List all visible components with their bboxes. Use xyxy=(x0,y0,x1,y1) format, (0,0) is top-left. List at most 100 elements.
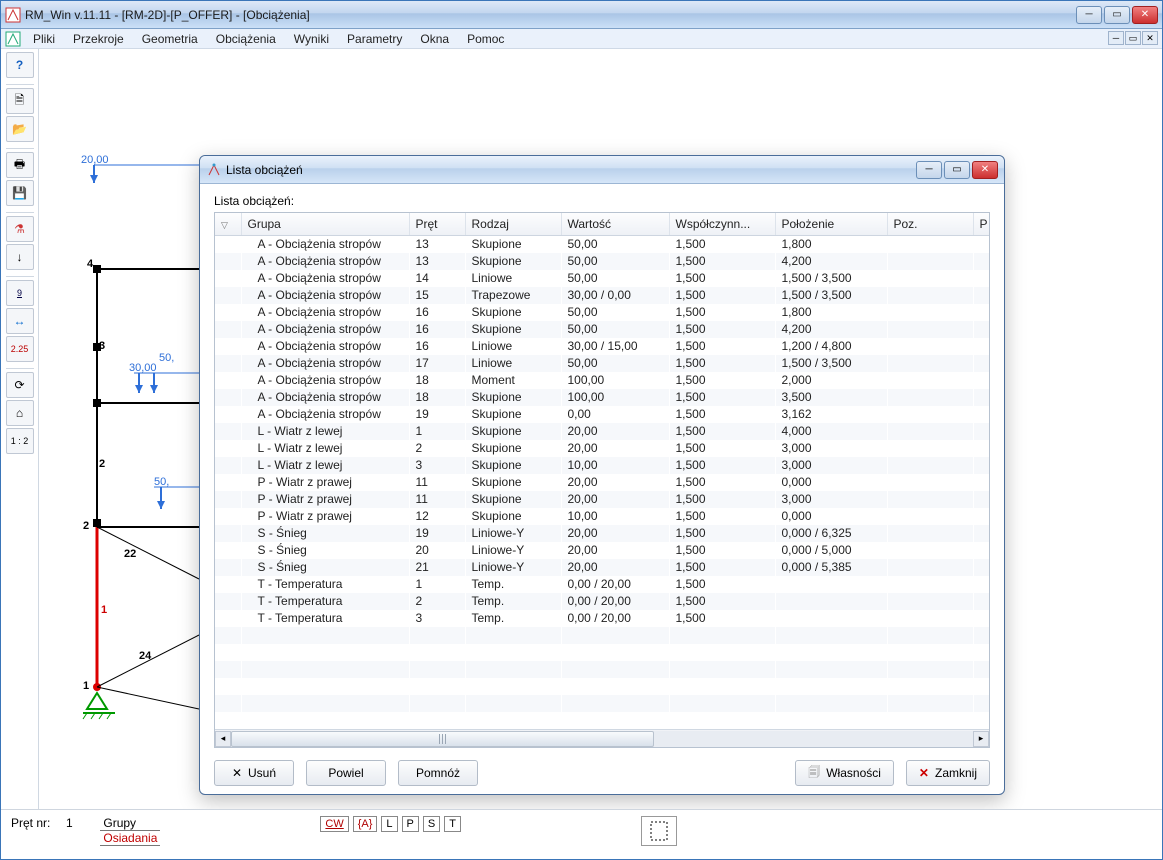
table-row[interactable]: S - Śnieg19Liniowe-Y20,001,5000,000 / 6,… xyxy=(215,525,989,542)
table-cell xyxy=(887,253,973,270)
zamknij-button[interactable]: ✕ Zamknij xyxy=(906,760,990,786)
chip-cw[interactable]: CW xyxy=(320,816,348,832)
home-button[interactable]: ⌂ xyxy=(6,400,34,426)
grid-scroll[interactable]: ▽ Grupa Pręt Rodzaj Wartość Współczynn..… xyxy=(215,213,989,729)
dialog-titlebar[interactable]: Lista obciążeń ─ ▭ ✕ xyxy=(200,156,1004,184)
scroll-thumb[interactable] xyxy=(231,731,654,747)
col-wartosc[interactable]: Wartość xyxy=(561,213,669,236)
maximize-button[interactable]: ▭ xyxy=(1104,6,1130,24)
rotate-button[interactable]: ⟳ xyxy=(6,372,34,398)
table-row[interactable]: P - Wiatr z prawej11Skupione20,001,5000,… xyxy=(215,474,989,491)
menu-pliki[interactable]: Pliki xyxy=(25,30,63,48)
load-tool-button[interactable]: ⚗ xyxy=(6,216,34,242)
minimize-button[interactable]: ─ xyxy=(1076,6,1102,24)
pomnoz-button[interactable]: Pomnóż xyxy=(398,760,478,786)
table-cell: 1,500 xyxy=(669,491,775,508)
print-button[interactable]: 🖶 xyxy=(6,152,34,178)
table-cell xyxy=(887,270,973,287)
table-row[interactable]: A - Obciążenia stropów17Liniowe50,001,50… xyxy=(215,355,989,372)
col-wspolcz[interactable]: Współczynn... xyxy=(669,213,775,236)
ratio-indicator[interactable]: 1 : 2 xyxy=(6,428,34,454)
col-rodzaj[interactable]: Rodzaj xyxy=(465,213,561,236)
chip-t[interactable]: T xyxy=(444,816,461,832)
col-poz[interactable]: Poz. xyxy=(887,213,973,236)
help-button[interactable]: ? xyxy=(6,52,34,78)
table-row[interactable]: A - Obciążenia stropów18Skupione100,001,… xyxy=(215,389,989,406)
table-cell xyxy=(973,525,989,542)
table-cell: 1,500 xyxy=(669,440,775,457)
mdi-minimize-button[interactable]: ─ xyxy=(1108,31,1124,45)
dialog-close-button[interactable]: ✕ xyxy=(972,161,998,179)
wlasnosci-button[interactable]: 🗐 Własności xyxy=(795,760,894,786)
table-row[interactable]: A - Obciążenia stropów13Skupione50,001,5… xyxy=(215,253,989,270)
save-button[interactable]: 💾 xyxy=(6,180,34,206)
col-polozenie[interactable]: Położenie xyxy=(775,213,887,236)
table-cell: 20,00 xyxy=(561,423,669,440)
close-button[interactable]: ✕ xyxy=(1132,6,1158,24)
chip-l[interactable]: L xyxy=(381,816,397,832)
menu-geometria[interactable]: Geometria xyxy=(134,30,206,48)
chip-p[interactable]: P xyxy=(402,816,419,832)
table-cell xyxy=(887,321,973,338)
table-row[interactable]: L - Wiatr z lewej1Skupione20,001,5004,00… xyxy=(215,423,989,440)
col-grupa[interactable]: Grupa xyxy=(241,213,409,236)
table-row[interactable]: A - Obciążenia stropów16Skupione50,001,5… xyxy=(215,321,989,338)
arrow-tool-button[interactable]: ↓ xyxy=(6,244,34,270)
table-row[interactable]: S - Śnieg20Liniowe-Y20,001,5000,000 / 5,… xyxy=(215,542,989,559)
menubar: Pliki Przekroje Geometria Obciążenia Wyn… xyxy=(1,29,1162,49)
table-row[interactable]: T - Temperatura2Temp.0,00 / 20,001,500 xyxy=(215,593,989,610)
table-cell xyxy=(775,576,887,593)
table-row[interactable]: P - Wiatr z prawej12Skupione10,001,5000,… xyxy=(215,508,989,525)
new-file-button[interactable]: 🗎 xyxy=(6,88,34,114)
table-row[interactable]: A - Obciążenia stropów18Moment100,001,50… xyxy=(215,372,989,389)
table-row[interactable]: A - Obciążenia stropów16Liniowe30,00 / 1… xyxy=(215,338,989,355)
chip-s[interactable]: S xyxy=(423,816,440,832)
table-row[interactable]: A - Obciążenia stropów16Skupione50,001,5… xyxy=(215,304,989,321)
scroll-right-button[interactable]: ▸ xyxy=(973,731,989,747)
powiel-button[interactable]: Powiel xyxy=(306,760,386,786)
col-pret[interactable]: Pręt xyxy=(409,213,465,236)
menu-obciazenia[interactable]: Obciążenia xyxy=(208,30,284,48)
table-cell: 3 xyxy=(409,610,465,627)
menu-parametry[interactable]: Parametry xyxy=(339,30,410,48)
load-table[interactable]: ▽ Grupa Pręt Rodzaj Wartość Współczynn..… xyxy=(215,213,989,712)
dimension-tool[interactable]: ↔ xyxy=(6,308,34,334)
menu-wyniki[interactable]: Wyniki xyxy=(286,30,337,48)
mdi-close-button[interactable]: ✕ xyxy=(1142,31,1158,45)
table-row[interactable]: A - Obciążenia stropów19Skupione0,001,50… xyxy=(215,406,989,423)
table-cell: Temp. xyxy=(465,593,561,610)
chip-a[interactable]: {A} xyxy=(353,816,378,832)
table-cell xyxy=(215,270,241,287)
open-file-button[interactable]: 📂 xyxy=(6,116,34,142)
table-row[interactable]: L - Wiatr z lewej3Skupione10,001,5003,00… xyxy=(215,457,989,474)
table-row[interactable]: T - Temperatura3Temp.0,00 / 20,001,500 xyxy=(215,610,989,627)
menu-przekroje[interactable]: Przekroje xyxy=(65,30,132,48)
usun-button[interactable]: ✕ Usuń xyxy=(214,760,294,786)
table-row[interactable]: P - Wiatr z prawej11Skupione20,001,5003,… xyxy=(215,491,989,508)
dialog-maximize-button[interactable]: ▭ xyxy=(944,161,970,179)
horizontal-scrollbar[interactable]: ◂ ▸ xyxy=(215,729,989,747)
table-row[interactable]: A - Obciążenia stropów14Liniowe50,001,50… xyxy=(215,270,989,287)
col-p[interactable]: P xyxy=(973,213,989,236)
grupy-link[interactable]: Grupy xyxy=(100,816,160,831)
table-row[interactable]: A - Obciążenia stropów13Skupione50,001,5… xyxy=(215,236,989,253)
scroll-left-button[interactable]: ◂ xyxy=(215,731,231,747)
table-cell xyxy=(775,593,887,610)
mdi-restore-button[interactable]: ▭ xyxy=(1125,31,1141,45)
table-row[interactable]: A - Obciążenia stropów15Trapezowe30,00 /… xyxy=(215,287,989,304)
section-preview[interactable] xyxy=(641,816,677,846)
scroll-track[interactable] xyxy=(231,731,973,747)
col-sort[interactable]: ▽ xyxy=(215,213,241,236)
dialog-minimize-button[interactable]: ─ xyxy=(916,161,942,179)
ratio-label: 1 : 2 xyxy=(11,436,29,446)
osiadania-link[interactable]: Osiadania xyxy=(100,831,160,846)
menu-pomoc[interactable]: Pomoc xyxy=(459,30,512,48)
number-indicator[interactable]: 9 xyxy=(6,280,34,306)
table-row[interactable]: T - Temperatura1Temp.0,00 / 20,001,500 xyxy=(215,576,989,593)
table-row[interactable]: L - Wiatr z lewej2Skupione20,001,5003,00… xyxy=(215,440,989,457)
table-row[interactable]: S - Śnieg21Liniowe-Y20,001,5000,000 / 5,… xyxy=(215,559,989,576)
menu-okna[interactable]: Okna xyxy=(412,30,457,48)
table-cell: 0,000 xyxy=(775,474,887,491)
value-indicator[interactable]: 2.25 xyxy=(6,336,34,362)
table-cell: 0,000 xyxy=(775,508,887,525)
